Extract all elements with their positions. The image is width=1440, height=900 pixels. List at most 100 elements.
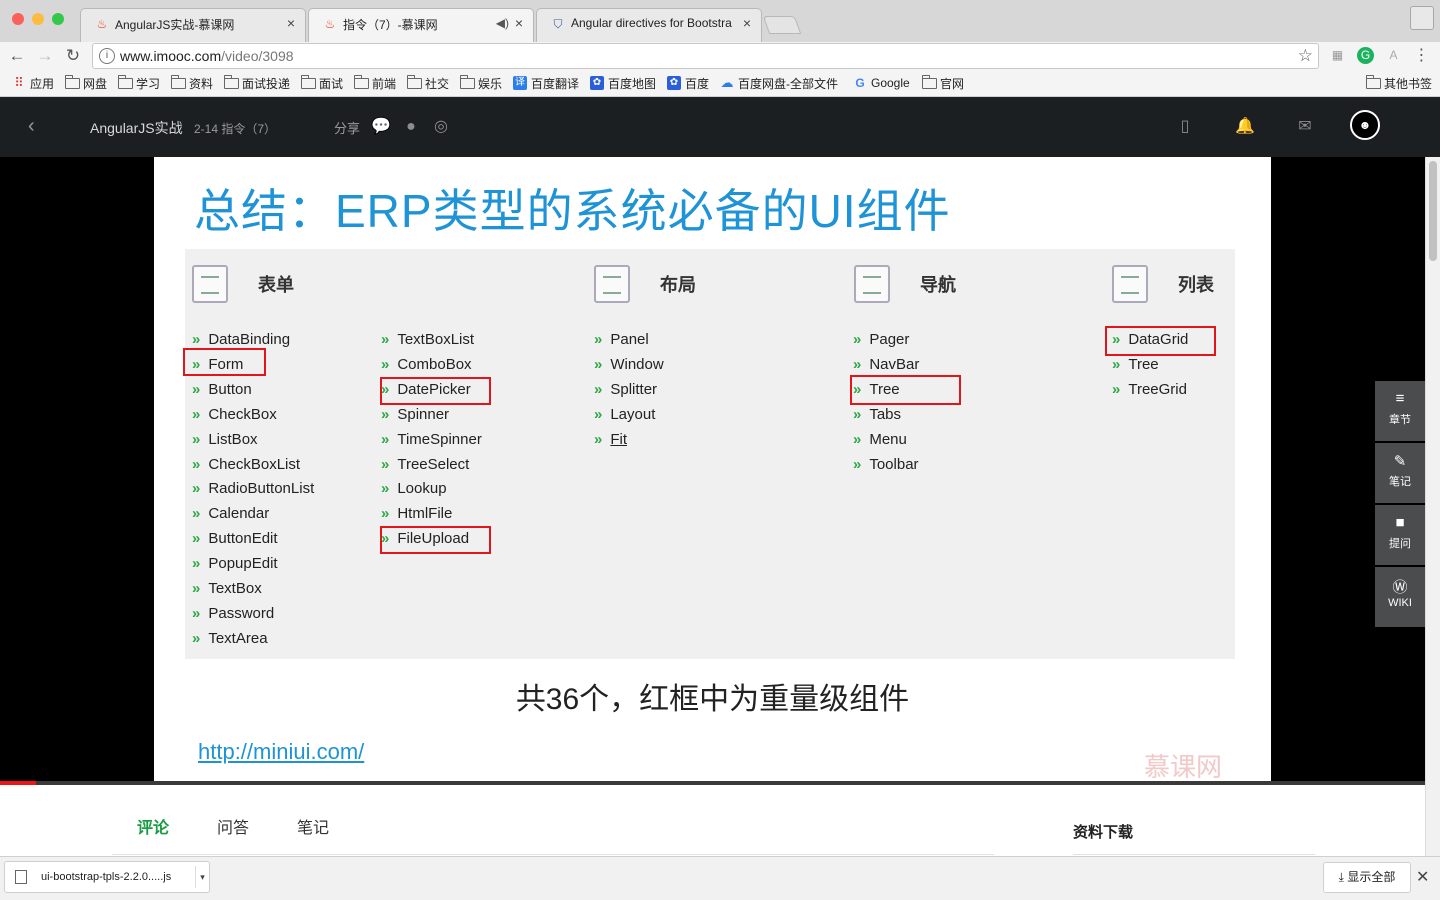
double-arrow-icon: » [594,331,603,348]
bookmark-baidu-pan[interactable]: ☁ 百度网盘-全部文件 [720,74,839,92]
bookmark-folder[interactable]: 前端 [353,74,396,92]
bookmark-folder[interactable]: 学习 [117,74,161,92]
document-icon [192,265,228,303]
highlight-box-form [183,348,266,376]
bookmark-baidu[interactable]: ✿ 百度 [667,74,709,92]
column-header-form: 表单 [192,265,294,303]
bookmark-label: 百度地图 [608,76,657,91]
side-notes-button[interactable]: ✎ 笔记 [1375,443,1425,503]
component-label: Splitter [610,380,658,398]
url-path: /video/3098 [221,48,294,64]
bookmark-folder[interactable]: 面试投递 [223,74,291,92]
maximize-window-button[interactable] [52,13,64,25]
component-label: Window [610,355,664,373]
close-tab-icon[interactable]: × [743,15,751,31]
component-item: » CheckBox [192,402,277,427]
scrollbar-thumb[interactable] [1429,161,1437,261]
menu-dots-icon[interactable]: ⋮ [1413,47,1430,64]
angular-extension-icon[interactable]: A [1385,47,1402,64]
course-title[interactable]: AngularJS实战 [90,118,183,138]
close-window-button[interactable] [12,13,24,25]
bookmark-label: 面试投递 [242,76,291,91]
component-label: Layout [610,405,656,423]
tab-notes[interactable]: 笔记 [297,814,329,838]
bookmark-baidu-translate[interactable]: 译百度翻译 [513,74,579,92]
close-tab-icon[interactable]: × [515,15,523,31]
folder-icon [406,74,422,89]
chevron-down-icon[interactable]: ▾ [195,866,209,888]
bookmark-label: 百度网盘-全部文件 [738,76,838,91]
flame-icon: ♨ [324,17,336,31]
component-label: TextArea [208,629,268,647]
mobile-icon[interactable]: ▯ [1174,116,1196,138]
bookmark-label: 学习 [136,76,161,91]
translate-icon: 译 [513,76,527,90]
browser-tab-2[interactable]: ♨ 指令（7）-慕课网 ◀) × [308,8,534,42]
component-label: RadioButtonList [208,480,315,498]
bookmark-folder[interactable]: 官网 [921,74,964,92]
double-arrow-icon: » [192,580,201,597]
double-arrow-icon: » [192,480,201,498]
content-area: 评论 问答 笔记 资料下载 [0,785,1425,856]
browser-tab-3[interactable]: ⛉ Angular directives for Bootstra × [536,8,762,42]
side-wiki-button[interactable]: Ⓦ WIKI [1375,567,1425,627]
speaker-icon[interactable]: ◀) [496,16,509,30]
bookmark-folder[interactable]: 资料 [170,74,213,92]
bookmark-other[interactable]: 其他书签 [1365,74,1432,92]
browser-tab-1[interactable]: ♨ AngularJS实战-慕课网 × [80,8,306,42]
component-item: » Layout [594,402,655,427]
reload-icon[interactable]: ↻ [62,45,84,67]
folder-icon [170,74,186,89]
page-scrollbar[interactable] [1425,157,1440,856]
address-bar[interactable]: i www.imooc.com/video/3098 ☆ [92,43,1319,69]
double-arrow-icon: » [853,405,862,423]
bell-icon[interactable]: 🔔 [1234,116,1256,138]
show-all-button[interactable]: ⤓ 显示全部 [1323,862,1411,893]
screen: ♨ AngularJS实战-慕课网 × ♨ 指令（7）-慕课网 ◀) × ⛉ A… [0,0,1440,900]
bookmark-folder[interactable]: 网盘 [64,74,107,92]
download-item[interactable]: ui-bootstrap-tpls-2.2.0.....js ▾ [4,861,210,893]
close-icon[interactable]: ✕ [1416,867,1429,887]
side-question-button[interactable]: ■ 提问 [1375,505,1425,565]
bookmark-baidu-map[interactable]: ✿ 百度地图 [590,74,656,92]
double-arrow-icon: » [192,604,201,622]
bookmark-folder[interactable]: 娱乐 [459,74,502,92]
bookmark-apps[interactable]: ⠿ 应用 [12,74,54,92]
reader-icon[interactable]: ▦ [1329,47,1346,64]
minimize-window-button[interactable] [32,13,44,25]
mail-icon[interactable]: ✉ [1294,116,1316,138]
back-chevron-icon[interactable]: ‹ [28,115,35,138]
forward-arrow-icon[interactable]: → [34,45,56,67]
side-label: WIKI [1388,597,1412,609]
close-tab-icon[interactable]: × [287,15,295,31]
document-icon [854,265,890,303]
bookmark-google[interactable]: G Google [853,74,909,92]
grammarly-icon[interactable]: G [1357,47,1374,64]
tab-qa[interactable]: 问答 [217,814,249,838]
back-arrow-icon[interactable]: ← [6,45,28,67]
paw-icon: ✿ [590,76,604,90]
avatar[interactable]: ☻ [1350,110,1380,140]
component-item: » TimeSpinner [381,427,482,452]
tab-comments[interactable]: 评论 [137,814,169,838]
component-label: Lookup [397,480,447,498]
bookmark-folder[interactable]: 社交 [406,74,449,92]
double-arrow-icon: » [853,355,862,373]
component-label: ButtonEdit [208,530,278,548]
component-label: PopupEdit [208,555,278,573]
highlight-box-tree [850,375,961,405]
video-player[interactable]: 总结：ERP类型的系统必备的UI组件 表单 布局 导航 列表 » DataBind… [0,157,1425,782]
column-header-nav: 导航 [854,265,956,303]
side-chapters-button[interactable]: ≡ 章节 [1375,381,1425,441]
new-tab-button[interactable] [762,16,802,34]
double-arrow-icon: » [192,530,201,548]
double-arrow-icon: » [381,355,390,373]
bookmark-folder[interactable]: 面试 [300,74,343,92]
info-icon[interactable]: i [99,48,115,64]
double-arrow-icon: » [853,430,862,448]
qq-icon[interactable]: ● [400,116,422,138]
weibo-icon[interactable]: ◎ [430,116,452,138]
wechat-icon[interactable]: 💬 [370,116,392,138]
profile-icon[interactable] [1410,6,1434,30]
bookmark-star-icon[interactable]: ☆ [1298,46,1313,66]
